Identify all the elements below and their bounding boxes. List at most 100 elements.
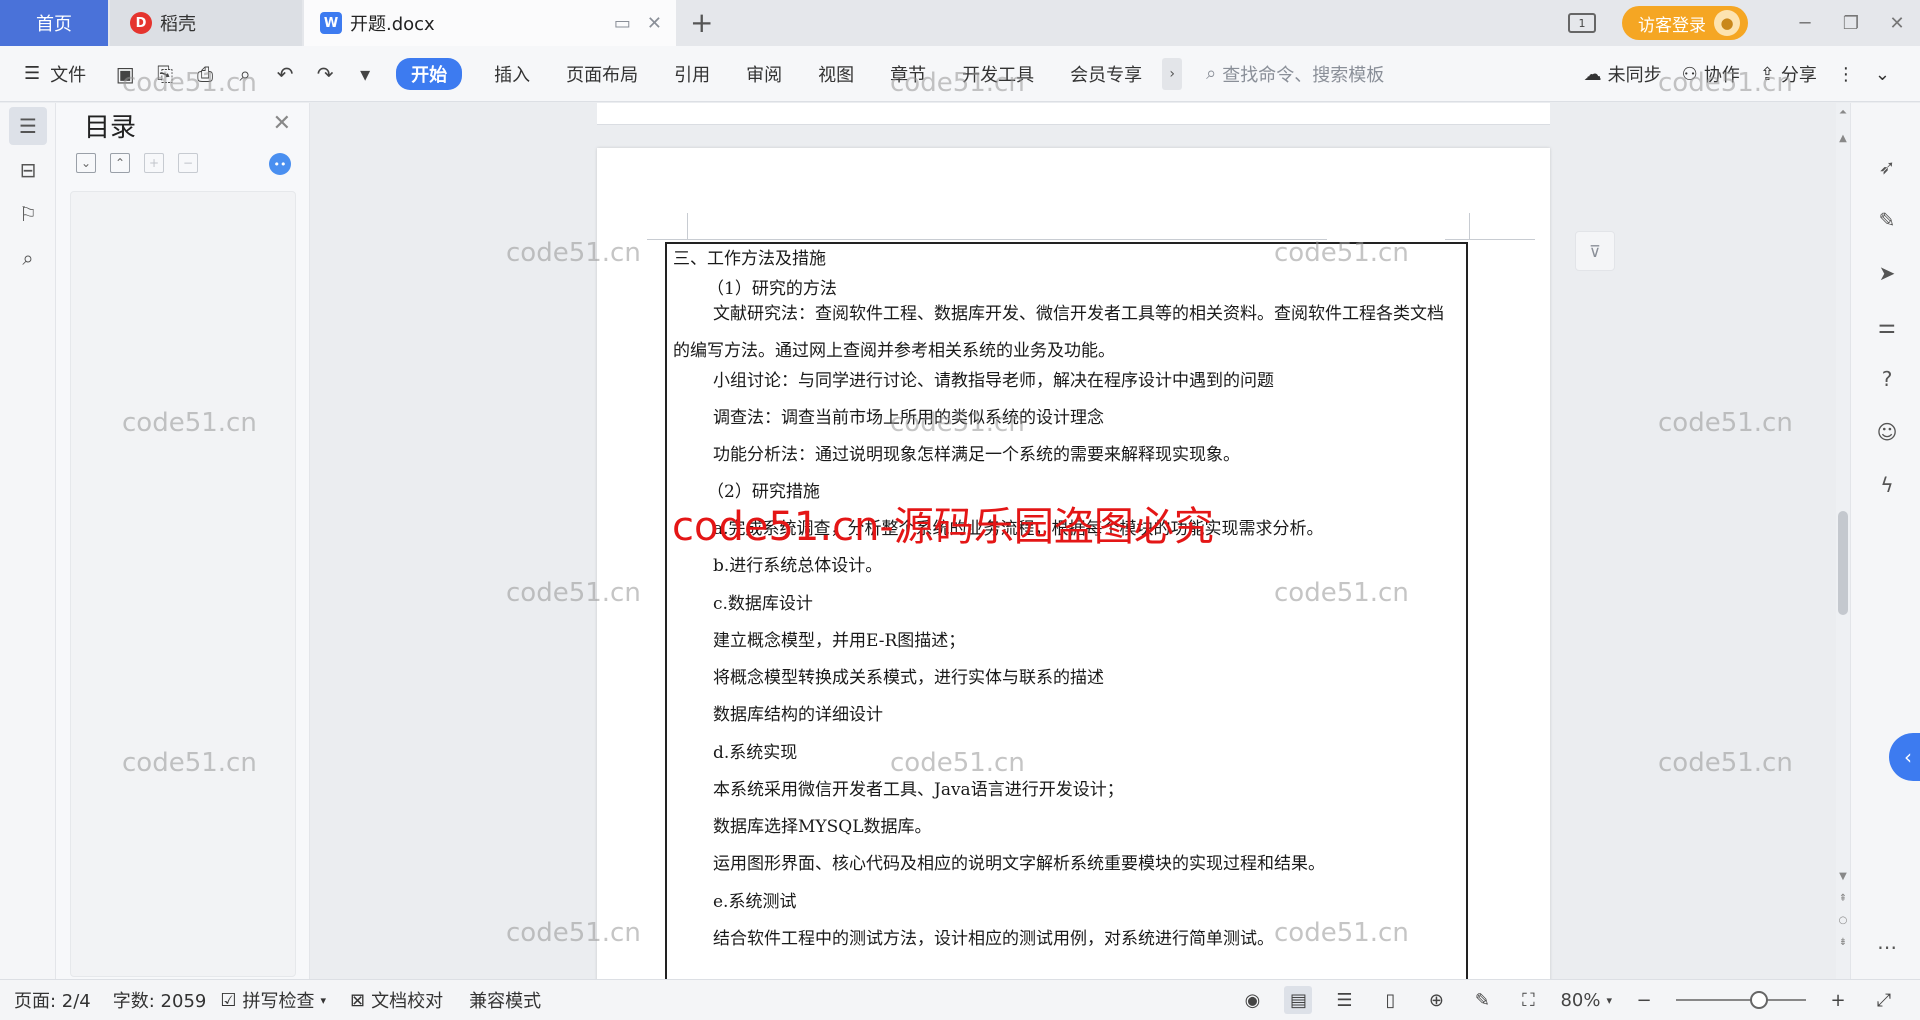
zoom-value: 80% [1560, 989, 1601, 1011]
side-panel-toggle-icon[interactable]: ‹ [1889, 733, 1920, 781]
cursor-icon[interactable]: ➤ [1873, 259, 1901, 287]
paragraph-gui: 运用图形界面、核心代码及相应的说明文字解析系统重要模块的实现过程和结果。 [713, 854, 1325, 874]
tab-document-label: 开题.docx [350, 14, 435, 35]
adjust-icon[interactable]: ⚌ [1873, 312, 1901, 340]
scroll-up-icon[interactable]: ▲ [1836, 133, 1850, 144]
close-window-icon[interactable]: ✕ [1874, 13, 1920, 34]
tab-docer[interactable]: D 稻壳 [110, 0, 302, 46]
spell-check-button[interactable]: ☑ 拼写检查 ▾ [220, 987, 326, 1013]
new-tab-button[interactable]: + [690, 6, 713, 39]
command-search[interactable]: ⌕ 查找命令、搜索模板 [1206, 61, 1384, 87]
tab-view[interactable]: 视图 [800, 61, 872, 87]
outline-view-icon[interactable]: ☰ [1330, 986, 1358, 1014]
select-browse-icon[interactable]: ○ [1836, 915, 1850, 926]
left-rail: ☰ ⊟ ⚐ ⌕ [0, 103, 56, 979]
tab-document[interactable]: W 开题.docx ▭ ✕ [304, 0, 676, 46]
page-fold-icon[interactable]: ⊽ [1575, 231, 1615, 271]
paragraph-c: c.数据库设计 [713, 594, 813, 614]
tab-home-label: 首页 [36, 14, 72, 35]
file-menu-button[interactable]: ☰ 文件 [24, 61, 86, 87]
scroll-down-icon[interactable]: ▼ [1836, 871, 1850, 882]
word-count[interactable]: 字数: 2059 [113, 987, 207, 1013]
collapse-all-icon[interactable]: ⌃ [110, 153, 130, 173]
zoom-in-icon[interactable]: + [1824, 986, 1852, 1014]
vertical-scrollbar[interactable]: ⏶ ▲ ▼ ⇞ ○ ⇟ [1836, 103, 1850, 979]
prev-page-icon[interactable]: ⇞ [1836, 893, 1850, 904]
paragraph-tools: 本系统采用微信开发者工具、Java语言进行开发设计； [713, 780, 1124, 800]
help-icon[interactable]: ? [1873, 365, 1901, 393]
next-page-icon[interactable]: ⇟ [1836, 937, 1850, 948]
ribbon-toolbar: ☰ 文件 ▣ ⎘ ⎙ ⌕ ↶ ↷ ▾ 开始 插入 页面布局 引用 审阅 视图 章… [0, 46, 1920, 102]
expand-all-icon[interactable]: ⌄ [76, 153, 96, 173]
document-area[interactable]: ⊽ 三、工作方法及措施 （1）研究的方法 文献研究法：查阅软件工程、数据库开发、… [310, 103, 1836, 979]
tab-review[interactable]: 审阅 [728, 61, 800, 87]
toc-title: 目录 [84, 113, 137, 143]
cloud-icon: ☁ [1583, 63, 1602, 85]
login-label: 访客登录 [1638, 15, 1706, 36]
tab-page-layout[interactable]: 页面布局 [548, 61, 656, 87]
tab-start[interactable]: 开始 [396, 57, 463, 90]
more-options-icon[interactable]: ⋮ [1837, 64, 1855, 85]
tab-member[interactable]: 会员专享 [1052, 61, 1160, 87]
chapter-nav-icon[interactable]: ⊟ [9, 151, 47, 189]
fullscreen-icon[interactable]: ⤢ [1870, 986, 1898, 1014]
more-icon[interactable]: ⋯ [1873, 933, 1901, 961]
spell-check-icon: ☑ [220, 989, 237, 1011]
toc-icon[interactable]: ☰ [9, 107, 47, 145]
window-layout-icon[interactable]: 1 [1568, 13, 1596, 33]
save-icon[interactable]: ▣ [112, 62, 138, 86]
proofread-button[interactable]: ⊠ 文档校对 [350, 987, 443, 1013]
tab-home[interactable]: 首页 [0, 0, 108, 46]
search-doc-icon[interactable]: ⌕ [9, 239, 47, 277]
more-tabs-icon[interactable]: › [1162, 57, 1183, 90]
bookmark-icon[interactable]: ⚐ [9, 195, 47, 233]
heading-methods: 三、工作方法及措施 [673, 249, 826, 269]
zoom-knob[interactable] [1750, 991, 1768, 1009]
close-icon[interactable]: ✕ [273, 111, 291, 136]
write-mode-icon[interactable]: ✎ [1468, 986, 1496, 1014]
collab-button[interactable]: ⚇ 协作 [1682, 61, 1740, 87]
close-tab-icon[interactable]: ✕ [647, 13, 662, 34]
rocket-icon[interactable]: ➶ [1873, 153, 1901, 181]
tab-references[interactable]: 引用 [656, 61, 728, 87]
document-textbox[interactable]: 三、工作方法及措施 （1）研究的方法 文献研究法：查阅软件工程、数据库开发、微信… [665, 242, 1468, 979]
smart-toc-icon[interactable]: •• [269, 153, 291, 175]
redo-icon[interactable]: ↷ [312, 62, 338, 86]
print-icon[interactable]: ⎙ [192, 62, 218, 86]
zoom-out-icon[interactable]: − [1630, 986, 1658, 1014]
compat-mode: 兼容模式 [469, 991, 542, 1012]
minimize-icon[interactable]: ─ [1782, 13, 1828, 34]
reading-view-icon[interactable]: ▯ [1376, 986, 1404, 1014]
fit-page-icon[interactable]: ⛶ [1514, 986, 1542, 1014]
zoom-slider[interactable] [1676, 991, 1806, 1009]
add-heading-icon[interactable]: + [144, 153, 164, 173]
login-button[interactable]: 访客登录 ● [1622, 6, 1748, 40]
scroll-top-icon[interactable]: ⏶ [1836, 107, 1850, 118]
tab-developer[interactable]: 开发工具 [944, 61, 1052, 87]
proofread-label: 文档校对 [371, 991, 444, 1012]
document-page[interactable]: 三、工作方法及措施 （1）研究的方法 文献研究法：查阅软件工程、数据库开发、微信… [597, 148, 1550, 979]
eye-protect-icon[interactable]: ◉ [1238, 986, 1266, 1014]
collapse-ribbon-icon[interactable]: ⌄ [1875, 64, 1890, 85]
restore-icon[interactable]: ❐ [1828, 13, 1874, 34]
crop-mark [647, 239, 1327, 240]
page-count[interactable]: 页面: 2/4 [14, 987, 91, 1013]
lightning-icon[interactable]: ϟ [1873, 471, 1901, 499]
share-button[interactable]: ⇪ 分享 [1760, 61, 1817, 87]
page-view-icon[interactable]: ▤ [1284, 986, 1313, 1014]
pin-window-icon[interactable]: ▭ [614, 13, 631, 34]
tab-insert[interactable]: 插入 [476, 61, 548, 87]
assistant-icon[interactable]: ☺ [1873, 418, 1901, 446]
scroll-thumb[interactable] [1838, 511, 1848, 615]
remove-heading-icon[interactable]: − [178, 153, 198, 173]
tab-chapter[interactable]: 章节 [872, 61, 944, 87]
sync-button[interactable]: ☁ 未同步 [1584, 61, 1662, 87]
print-preview-icon[interactable]: ⌕ [232, 62, 258, 86]
web-view-icon[interactable]: ⊕ [1422, 986, 1450, 1014]
pen-icon[interactable]: ✎ [1873, 206, 1901, 234]
undo-icon[interactable]: ↶ [272, 62, 298, 86]
zoom-level[interactable]: 80% ▾ [1560, 990, 1612, 1011]
sync-label: 未同步 [1607, 65, 1662, 86]
customize-toolbar-icon[interactable]: ▾ [352, 62, 378, 86]
export-pdf-icon[interactable]: ⎘ [152, 62, 178, 86]
